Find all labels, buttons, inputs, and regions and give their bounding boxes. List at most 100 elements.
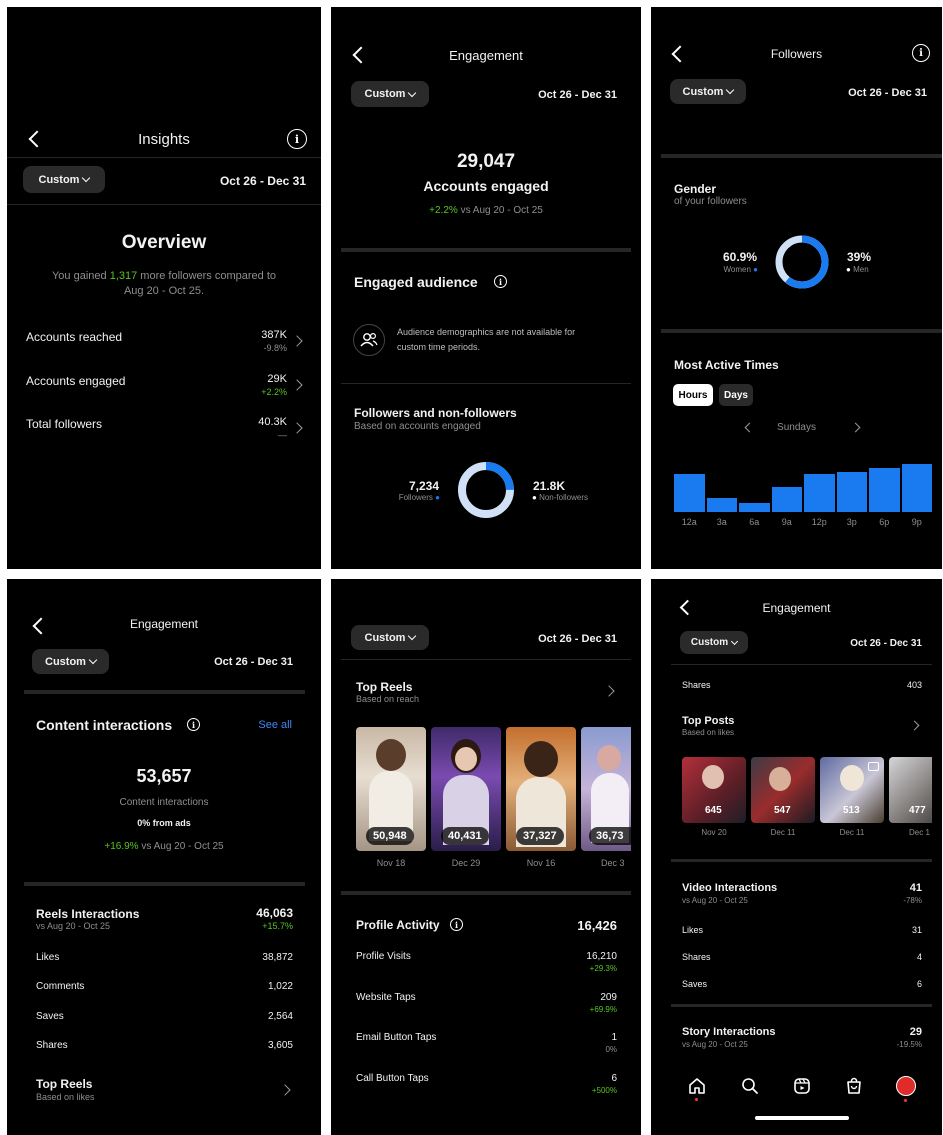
custom-range-dropdown[interactable]: Custom (351, 81, 429, 107)
active-time-bar (836, 471, 867, 512)
profile-activity-value: 16,426 (577, 918, 617, 933)
engaged-audience-title: Engaged audience (354, 274, 478, 290)
custom-range-dropdown[interactable]: Custom (670, 79, 746, 104)
section-divider (671, 859, 932, 862)
reels-row-value: 38,872 (262, 952, 293, 963)
top-posts-title: Top Posts (682, 715, 735, 727)
reel-person (524, 741, 558, 777)
video-row-label: Saves (682, 979, 708, 989)
metric-row[interactable]: Accounts engaged 29K +2.2% (7, 369, 321, 405)
page-title: Insights (138, 131, 190, 148)
date-range: Oct 26 - Dec 31 (538, 633, 617, 645)
reel-thumbnail[interactable]: 40,431 (431, 727, 501, 851)
top-reels-header[interactable]: Top Reels Based on reach (331, 677, 641, 709)
divider (671, 664, 932, 665)
fnf-title: Followers and non-followers (354, 406, 517, 420)
post-thumbnail[interactable]: 645 (682, 757, 746, 823)
content-interactions-screen: Engagement Custom Oct 26 - Dec 31 Conten… (7, 579, 321, 1135)
custom-range-dropdown[interactable]: Custom (351, 625, 429, 650)
activity-row-label: Website Taps (356, 992, 416, 1003)
post-count-badge: 645 (705, 805, 722, 816)
search-icon[interactable] (740, 1076, 760, 1096)
gender-title: Gender (674, 182, 717, 196)
date-range: Oct 26 - Dec 31 (219, 174, 306, 188)
reels-row-value: 2,564 (267, 1011, 293, 1022)
activity-row-value: 1 (611, 1032, 617, 1043)
custom-range-label: Custom (364, 88, 406, 100)
metric-label: Total followers (26, 417, 103, 431)
tab-hours-label: Hours (678, 389, 708, 401)
reels-interactions-value: 46,063 (256, 906, 293, 920)
post-date: Dec 11 (770, 828, 796, 837)
chevron-right-icon (909, 720, 920, 731)
content-interactions-change: +16.9% vs Aug 20 - Oct 25 (7, 841, 321, 852)
change-value: +16.9% (104, 841, 139, 852)
page-title: Engagement (762, 601, 831, 615)
gained-suffix: more followers compared to (137, 270, 277, 282)
reel-date: Dec 3 (601, 858, 625, 868)
shares-label: Shares (682, 680, 711, 690)
post-date: Nov 20 (701, 828, 727, 837)
reels-interactions-change: +15.7% (262, 921, 293, 931)
men-legend: ● Men (846, 265, 869, 274)
custom-range-dropdown[interactable]: Custom (680, 631, 748, 654)
followers-label: Followers (398, 493, 433, 502)
profile-avatar[interactable] (896, 1076, 916, 1096)
metric-label: Accounts reached (26, 330, 123, 344)
reel-person (597, 745, 621, 771)
women-legend: Women ● (723, 265, 759, 274)
tab-hours[interactable]: Hours (673, 384, 713, 406)
info-icon[interactable]: i (494, 275, 507, 288)
post-count-badge: 547 (774, 805, 791, 816)
top-reels-title: Top Reels (356, 680, 413, 694)
reel-thumbnail[interactable]: 37,327 (506, 727, 576, 851)
see-all-link[interactable]: See all (258, 719, 292, 731)
post-thumbnail[interactable]: 477 (889, 757, 932, 823)
activity-row-label: Profile Visits (356, 951, 411, 962)
reels-row-label: Saves (36, 1011, 64, 1022)
info-icon[interactable]: i (187, 718, 200, 731)
reel-date: Nov 16 (526, 858, 556, 868)
post-thumbnail[interactable]: 547 (751, 757, 815, 823)
reels-icon[interactable] (792, 1076, 812, 1096)
reel-thumbnail[interactable]: 50,948 (356, 727, 426, 851)
reel-thumbnail[interactable]: 36,73 (581, 727, 631, 851)
followers-gained-period: Aug 20 - Oct 25. (123, 285, 205, 297)
custom-range-dropdown[interactable]: Custom (32, 649, 109, 674)
active-time-label: 6a (749, 517, 760, 527)
active-time-label: 9p (911, 517, 922, 527)
date-range: Oct 26 - Dec 31 (850, 638, 922, 649)
custom-range-label: Custom (38, 173, 80, 186)
chevron-right-icon (291, 335, 303, 347)
gained-value: 1,317 (109, 270, 138, 282)
chevron-down-icon (726, 85, 735, 95)
home-icon[interactable] (687, 1076, 707, 1096)
followers-value: 7,234 (408, 479, 439, 493)
engagement-accounts-screen: Engagement Custom Oct 26 - Dec 31 29,047… (331, 7, 641, 569)
date-range: Oct 26 - Dec 31 (848, 87, 927, 99)
post-date: Dec 1 (909, 828, 930, 837)
overview-title: Overview (121, 232, 207, 253)
tab-days[interactable]: Days (719, 384, 753, 406)
day-label: Sundays (777, 422, 816, 433)
post-thumbnail[interactable]: 513 (820, 757, 884, 823)
chevron-down-icon (731, 637, 739, 645)
metric-row[interactable]: Accounts reached 387K -9.8% (7, 325, 321, 361)
info-icon[interactable]: i (287, 129, 307, 149)
story-interactions-subtitle: vs Aug 20 - Oct 25 (682, 1040, 748, 1049)
section-divider (671, 1004, 932, 1007)
shop-icon[interactable] (844, 1076, 864, 1096)
chevron-right-icon (291, 379, 303, 391)
metric-row[interactable]: Total followers 40.3K — (7, 412, 321, 448)
top-posts-header[interactable]: Top Posts Based on likes (651, 713, 942, 743)
info-icon[interactable]: i (912, 44, 930, 62)
post-person (702, 765, 724, 789)
activity-row-change: 0% (605, 1045, 617, 1054)
top-reels-row[interactable]: Top Reels Based on likes (7, 1074, 321, 1108)
custom-range-dropdown[interactable]: Custom (23, 166, 105, 193)
metric-change: +2.2% (261, 387, 287, 397)
video-row-value: 31 (911, 925, 922, 935)
nonfollowers-value: 21.8K (533, 479, 566, 493)
active-time-bar (674, 474, 705, 512)
info-icon[interactable]: i (450, 918, 463, 931)
